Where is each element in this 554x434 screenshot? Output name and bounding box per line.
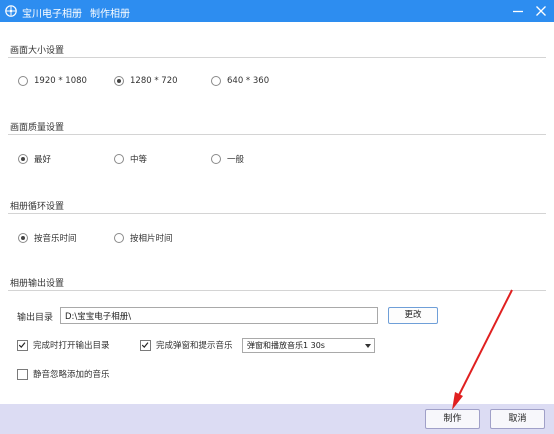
- popup-music-checkbox[interactable]: 完成弹窗和提示音乐: [140, 338, 233, 352]
- radio-label: 1920 * 1080: [34, 76, 87, 86]
- title-bar: 宝川电子相册 制作相册: [0, 0, 554, 22]
- checkbox-label: 静音忽略添加的音乐: [33, 370, 110, 380]
- radio-circle[interactable]: [211, 154, 221, 164]
- radio-label: 最好: [34, 155, 52, 165]
- chevron-down-icon[interactable]: [365, 344, 371, 348]
- window-title: 宝川电子相册 制作相册: [22, 5, 130, 20]
- radio-circle-selected[interactable]: [18, 154, 28, 164]
- checkmark-icon: [18, 341, 26, 348]
- select-value: 弹窗和播放音乐1 30s: [247, 341, 325, 350]
- checkbox-label: 完成弹窗和提示音乐: [156, 341, 233, 351]
- radio-quality-best[interactable]: 最好: [18, 152, 51, 166]
- checkbox-label: 完成时打开输出目录: [33, 341, 110, 351]
- section-divider: [8, 57, 546, 58]
- radio-label: 按相片时间: [130, 234, 173, 244]
- mute-checkbox[interactable]: 静音忽略添加的音乐: [17, 367, 110, 381]
- app-logo-icon: [5, 5, 17, 17]
- output-dir-input[interactable]: [60, 307, 378, 324]
- radio-circle-selected[interactable]: [114, 76, 124, 86]
- make-button[interactable]: 制作: [425, 409, 480, 429]
- radio-quality-normal[interactable]: 一般: [211, 152, 244, 166]
- radio-quality-medium[interactable]: 中等: [114, 152, 147, 166]
- popup-music-select[interactable]: 弹窗和播放音乐1 30s: [242, 338, 375, 353]
- radio-circle[interactable]: [114, 233, 124, 243]
- section-divider: [8, 134, 546, 135]
- radio-label: 640 * 360: [227, 76, 270, 86]
- section-divider: [8, 290, 546, 291]
- loop-section-title: 相册循环设置: [10, 202, 65, 212]
- radio-circle[interactable]: [18, 76, 28, 86]
- radio-label: 一般: [227, 155, 245, 165]
- quality-section-title: 画面质量设置: [10, 123, 65, 133]
- radio-circle[interactable]: [114, 154, 124, 164]
- radio-640x360[interactable]: 640 * 360: [211, 74, 269, 88]
- change-dir-button[interactable]: 更改: [388, 307, 438, 324]
- close-icon[interactable]: [533, 3, 549, 19]
- open-dir-checkbox[interactable]: 完成时打开输出目录: [17, 338, 110, 352]
- checkmark-icon: [141, 341, 149, 348]
- section-divider: [8, 213, 546, 214]
- dialog-title: 制作相册: [90, 9, 130, 20]
- radio-loop-photo[interactable]: 按相片时间: [114, 231, 173, 245]
- checkbox-box-checked[interactable]: [17, 339, 28, 351]
- output-dir-label: 输出目录: [17, 313, 54, 323]
- radio-1280x720[interactable]: 1280 * 720: [114, 74, 178, 88]
- cancel-button[interactable]: 取消: [490, 409, 545, 429]
- radio-1920x1080[interactable]: 1920 * 1080: [18, 74, 87, 88]
- size-section-title: 画面大小设置: [10, 46, 65, 56]
- radio-circle-selected[interactable]: [18, 233, 28, 243]
- app-name: 宝川电子相册: [22, 9, 82, 20]
- checkbox-box[interactable]: [17, 368, 28, 380]
- output-section-title: 相册输出设置: [10, 279, 65, 289]
- checkbox-box-checked[interactable]: [140, 339, 151, 351]
- radio-circle[interactable]: [211, 76, 221, 86]
- radio-label: 1280 * 720: [130, 76, 178, 86]
- minimize-icon[interactable]: [510, 3, 526, 19]
- radio-loop-music[interactable]: 按音乐时间: [18, 231, 77, 245]
- radio-label: 中等: [130, 155, 148, 165]
- radio-label: 按音乐时间: [34, 234, 77, 244]
